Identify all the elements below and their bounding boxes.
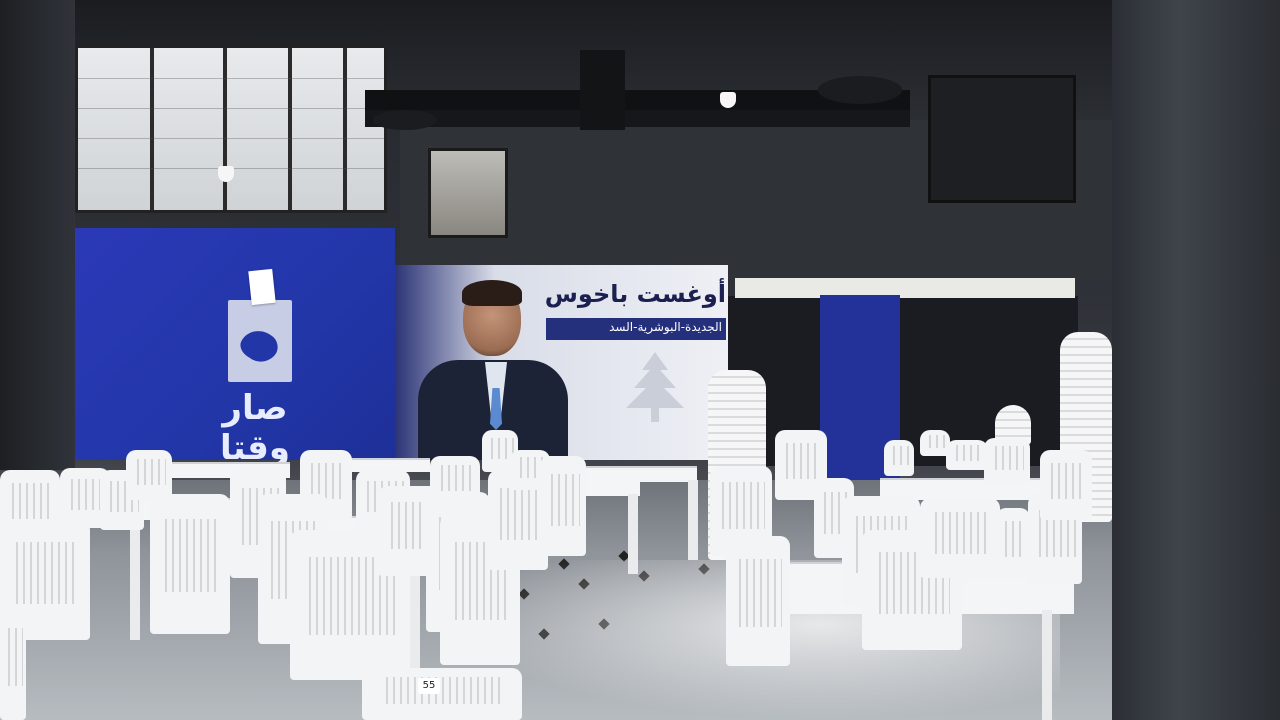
chair-foreground <box>0 608 26 720</box>
candidate-name: أوغست باخوس <box>544 280 726 308</box>
chair <box>126 450 172 500</box>
cedar-tree-icon <box>626 352 684 422</box>
chair-foreground <box>362 668 522 720</box>
event-hall-photo: صار وقتا أوغست باخوس الجديدة-البوشرية-ال… <box>0 0 1280 720</box>
table-leg <box>628 494 638 574</box>
right-pillar <box>1112 0 1280 720</box>
chair <box>920 498 1000 578</box>
chair <box>946 440 988 470</box>
table-leg <box>1042 610 1052 720</box>
table-leg <box>688 480 698 560</box>
chair <box>0 470 60 540</box>
hanging-lamp <box>218 166 234 182</box>
chair <box>984 438 1030 484</box>
table-leg <box>130 520 140 640</box>
ceiling-soffit <box>735 278 1075 298</box>
chair <box>540 456 586 556</box>
chair-number-tag: 55 <box>418 678 440 694</box>
clerestory-window <box>75 45 387 213</box>
ballot-paper <box>248 268 276 306</box>
table <box>585 466 697 482</box>
hanging-lamp <box>720 92 736 108</box>
candidate-hair <box>462 280 522 306</box>
candidate-area: الجديدة-البوشرية-السد <box>609 320 722 334</box>
upper-window <box>428 148 508 238</box>
ballot-box-icon <box>228 300 292 382</box>
air-duct <box>365 50 910 130</box>
chair <box>884 440 914 476</box>
chair <box>996 508 1030 578</box>
chair <box>150 494 230 634</box>
mezzanine-window <box>928 75 1076 203</box>
chair <box>1040 450 1092 520</box>
chair <box>726 536 790 666</box>
left-pillar <box>0 0 75 470</box>
